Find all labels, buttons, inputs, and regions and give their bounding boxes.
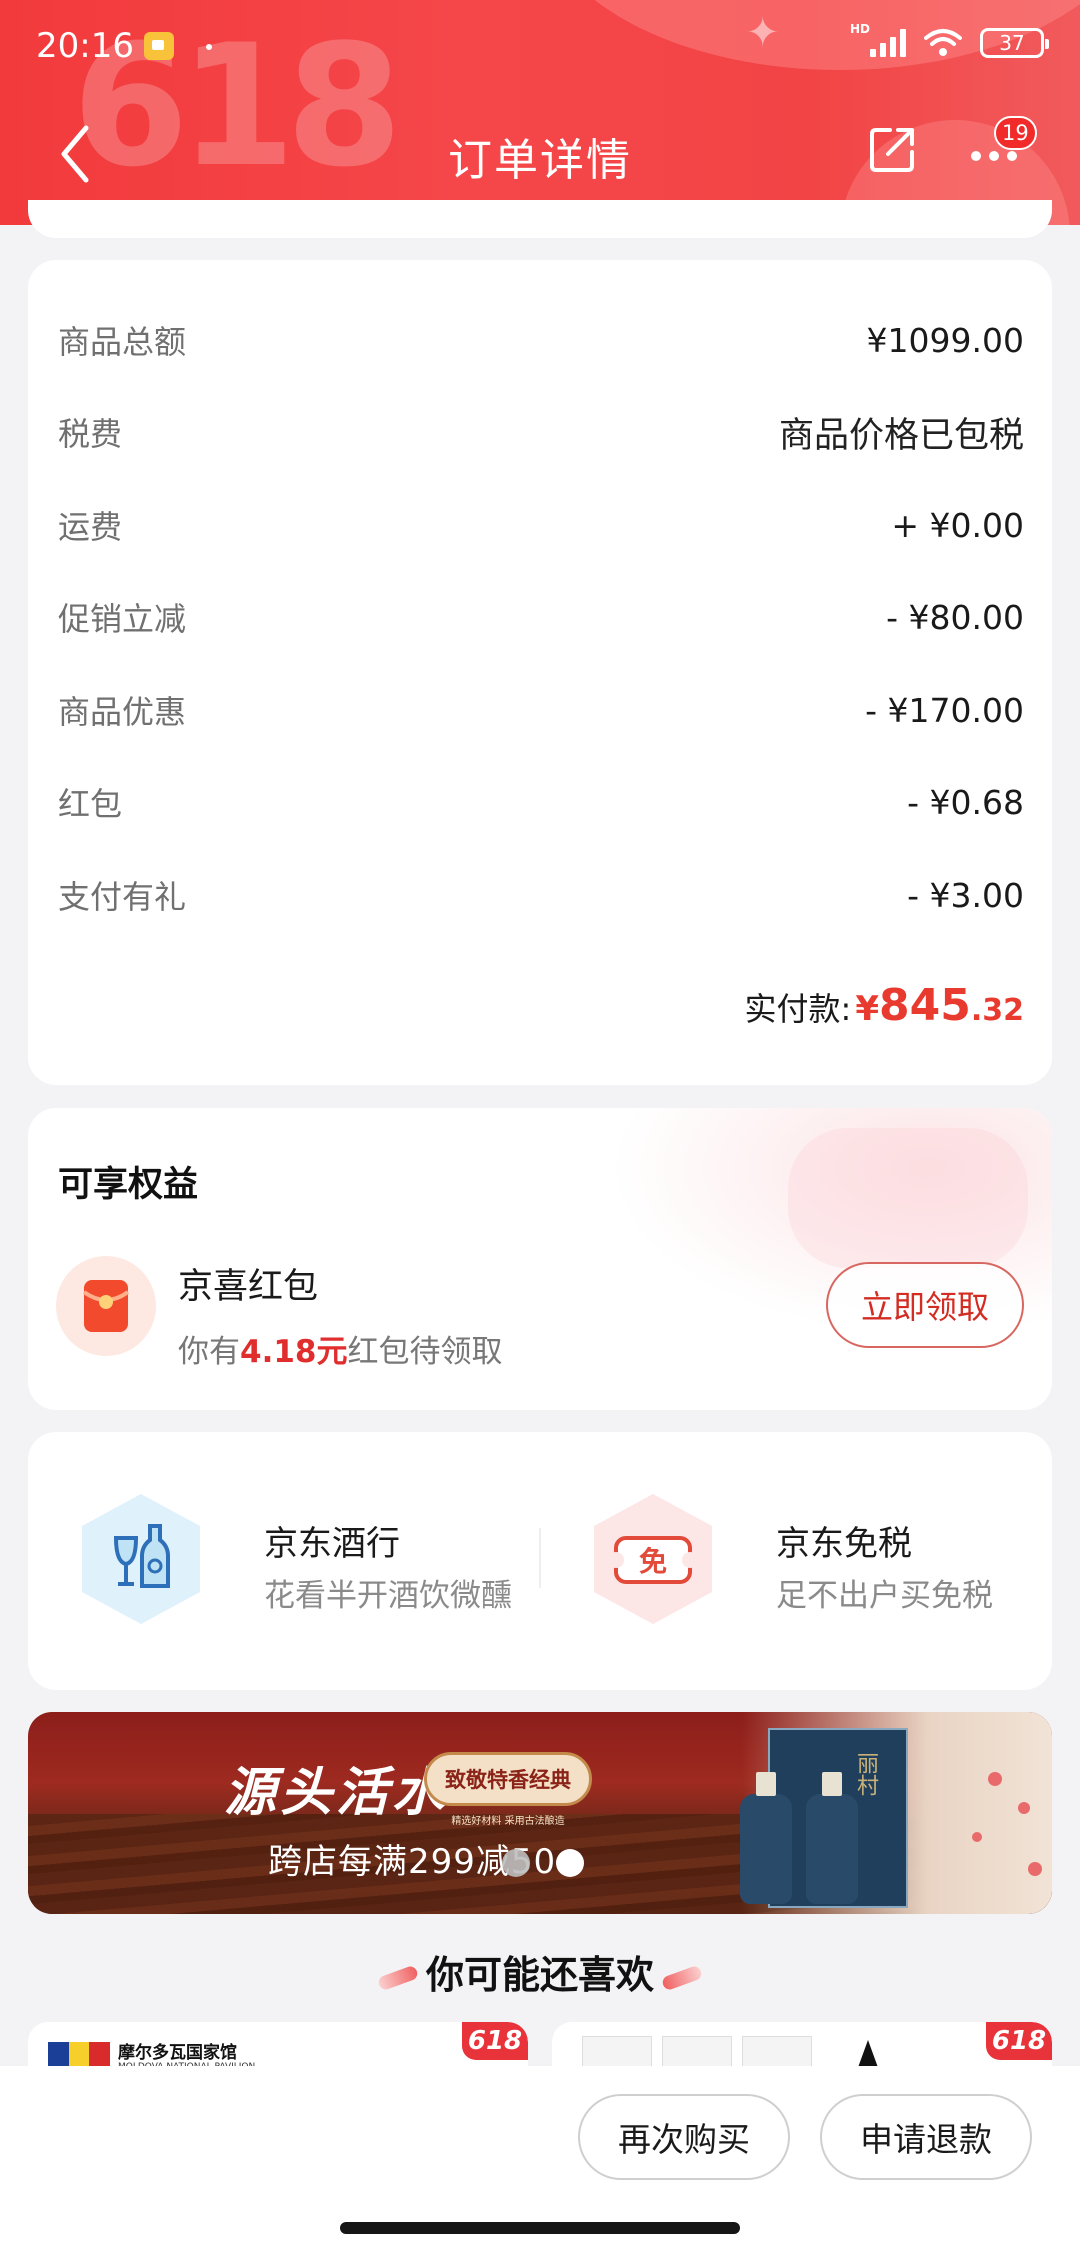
notification-dot [206,44,212,50]
bottle-image [806,1772,858,1904]
total-paid-label: 实付款: [744,990,852,1028]
share-icon[interactable] [866,124,918,176]
carousel-dot[interactable] [502,1849,530,1877]
red-packet-desc-suffix: 红包待领取 [347,1334,503,1370]
total-paid: 实付款: ¥ 845 .32 [745,980,1024,1031]
red-packet-name: 京喜红包 [178,1267,319,1307]
red-packet-desc: 你有4.18元红包待领取 [178,1326,503,1371]
price-row: 促销立减 - ¥80.00 [58,587,1024,647]
services-card: 京东酒行 花看半开酒饮微醺 免 京东免税 足不出户买免税 [28,1432,1052,1690]
header: 618 ✦ 20:16 HD 37 订单详情 19 [0,0,1080,225]
blossom-decoration [972,1832,982,1842]
price-row-value: - ¥3.00 [907,875,1024,915]
price-row-label: 支付有礼 [58,878,187,916]
red-packet-icon [56,1256,156,1356]
title-decoration [660,1964,704,1991]
benefits-title: 可享权益 [58,1165,199,1205]
duty-free-icon: 免 [594,1494,712,1624]
carousel-dot-active[interactable] [556,1849,584,1877]
status-bar: 20:16 HD 37 [0,22,1080,74]
service-name: 京东免税 [776,1524,912,1564]
price-row-value: + ¥0.00 [891,505,1024,545]
price-row-value: 商品价格已包税 [778,415,1024,456]
price-row-value: ¥1099.00 [866,320,1024,360]
service-jd-wine[interactable]: 京东酒行 花看半开酒饮微醺 [76,1492,536,1632]
price-row: 支付有礼 - ¥3.00 [58,865,1024,925]
price-row-label: 促销立减 [58,600,187,638]
nav-bar: 订单详情 19 [0,100,1080,210]
battery-icon: 37 [980,28,1049,58]
price-row: 运费 + ¥0.00 [58,495,1024,555]
price-row-label: 商品总额 [58,323,187,361]
service-jd-duty-free[interactable]: 免 京东免税 足不出户买免税 [588,1492,1048,1632]
price-row-value: - ¥0.68 [907,782,1024,822]
total-paid-currency: ¥ [855,989,879,1029]
svg-text:免: 免 [639,1545,667,1578]
price-row-label: 运费 [58,508,123,546]
signal-icon [870,29,906,57]
blossom-decoration [1028,1862,1042,1876]
price-row: 商品优惠 - ¥170.00 [58,680,1024,740]
benefits-card: 可享权益 京喜红包 你有4.18元红包待领取 立即领取 [28,1108,1052,1410]
total-paid-integer: 845 [878,980,971,1031]
home-indicator[interactable] [340,2222,740,2234]
red-packet-desc-prefix: 你有 [178,1334,240,1370]
rebuy-button[interactable]: 再次购买 [578,2094,790,2180]
bottom-action-bar: 再次购买 申请退款 [0,2066,1080,2248]
tag-618: 618 [462,2022,528,2060]
price-breakdown-card: 商品总额 ¥1099.00 税费 商品价格已包税 运费 + ¥0.00 促销立减… [28,260,1052,1085]
notification-icon [144,32,174,60]
message-count-badge: 19 [994,116,1037,150]
recommend-title: 你可能还喜欢 [0,1944,1080,1999]
service-desc: 花看半开酒饮微醺 [264,1578,512,1614]
title-decoration [376,1964,420,1991]
network-type: HD [849,22,870,36]
red-packet-amount: 4.18元 [240,1334,348,1370]
product-label: 摩尔多瓦国家馆 [118,2043,237,2063]
service-desc: 足不出户买免税 [776,1578,993,1614]
blossom-decoration [1018,1802,1030,1814]
price-row: 红包 - ¥0.68 [58,772,1024,832]
blossom-decoration [988,1772,1002,1786]
price-row-label: 商品优惠 [58,693,187,731]
status-indicators: HD 37 [850,22,1049,58]
page-title: 订单详情 [448,135,632,186]
total-paid-decimal: .32 [970,993,1024,1028]
price-row: 商品总额 ¥1099.00 [58,310,1024,370]
price-row-label: 税费 [58,415,123,453]
banner-pill-subtitle: 精选好材料 采用古法酿造 [451,1816,565,1827]
previous-card-edge [28,200,1052,238]
promo-banner[interactable]: 源头活水 致敬特香经典 精选好材料 采用古法酿造 跨店每满299减50 丽村 [28,1712,1052,1914]
status-time: 20:16 [36,26,134,66]
recommend-title-text: 你可能还喜欢 [425,1953,654,1997]
price-row-value: - ¥80.00 [886,597,1024,637]
price-row: 税费 商品价格已包税 [58,402,1024,462]
banner-title: 源头活水 [224,1762,449,1823]
benefits-decoration [788,1128,1028,1268]
bottle-image [740,1772,792,1904]
wifi-icon [924,28,962,58]
banner-pill: 致敬特香经典 [424,1752,592,1806]
claim-button[interactable]: 立即领取 [826,1262,1024,1348]
wine-icon [82,1494,200,1624]
divider [539,1528,541,1588]
price-row-label: 红包 [58,785,123,823]
refund-button[interactable]: 申请退款 [820,2094,1032,2180]
service-name: 京东酒行 [264,1524,400,1564]
price-row-value: - ¥170.00 [865,690,1024,730]
tag-618: 618 [986,2022,1052,2060]
